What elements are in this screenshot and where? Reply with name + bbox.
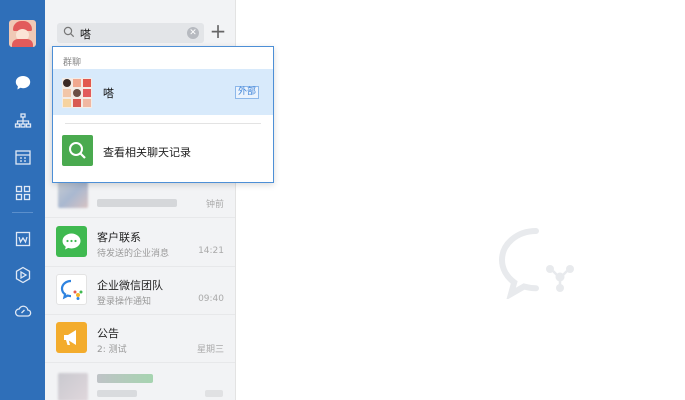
list-item[interactable]: 公告 2: 测试 星期三 — [45, 315, 235, 363]
search-history-label: 查看相关聊天记录 — [103, 146, 191, 159]
avatar[interactable] — [9, 20, 36, 47]
search-icon — [63, 26, 75, 38]
chat-title: 企业微信团队 — [97, 279, 163, 292]
external-badge: 外部 — [234, 86, 259, 99]
group-avatar — [62, 78, 92, 108]
blurred-text — [97, 374, 153, 383]
doc-icon[interactable] — [12, 228, 33, 249]
chat-time: 星期三 — [196, 345, 224, 355]
search-results-popup: 群聊 嗒 外部 查看相关聊天记录 — [52, 46, 274, 183]
list-item[interactable]: 企业微信团队 登录操作通知 09:40 — [45, 267, 235, 315]
chat-preview: 2: 测试 — [97, 345, 127, 355]
chat-preview: 登录操作通知 — [97, 297, 152, 307]
divider — [65, 123, 261, 124]
blurred-time — [205, 390, 223, 397]
wework-watermark-icon — [498, 228, 574, 299]
search-box[interactable]: 嗒 ✕ — [57, 23, 204, 43]
wechat-icon — [56, 226, 87, 257]
chat-time: 09:40 — [198, 294, 224, 304]
search-input[interactable]: 嗒 — [80, 26, 91, 42]
avatar — [58, 180, 88, 208]
group-result-item[interactable]: 嗒 外部 — [53, 69, 273, 115]
rail-divider — [12, 212, 33, 213]
megaphone-icon — [56, 322, 87, 353]
wework-logo-icon — [56, 274, 87, 305]
chat-time: 钟前 — [205, 200, 224, 210]
group-name: 嗒 — [103, 87, 114, 100]
search-history-item[interactable]: 查看相关聊天记录 — [53, 133, 273, 173]
chat-preview: 待发送的企业消息 — [97, 249, 170, 259]
blurred-text — [97, 199, 177, 207]
conversation-pane — [236, 0, 685, 400]
blurred-text — [97, 390, 137, 397]
chat-title: 公告 — [97, 327, 119, 340]
add-button[interactable]: + — [208, 21, 228, 42]
chat-title: 客户联系 — [97, 231, 141, 244]
chat-time: 14:21 — [198, 246, 224, 256]
nav-rail — [0, 0, 45, 400]
drive-icon[interactable] — [12, 264, 33, 285]
calendar-icon[interactable] — [12, 146, 33, 167]
list-item[interactable]: 客户联系 待发送的企业消息 14:21 — [45, 219, 235, 267]
list-item[interactable] — [45, 363, 235, 400]
contacts-icon[interactable] — [12, 110, 33, 131]
chat-icon[interactable] — [12, 72, 33, 93]
apps-icon[interactable] — [12, 182, 33, 203]
cloud-icon[interactable] — [12, 300, 33, 321]
avatar — [58, 373, 88, 400]
search-icon — [62, 135, 93, 166]
section-label: 群聊 — [63, 58, 82, 68]
clear-search-icon[interactable]: ✕ — [187, 27, 199, 39]
